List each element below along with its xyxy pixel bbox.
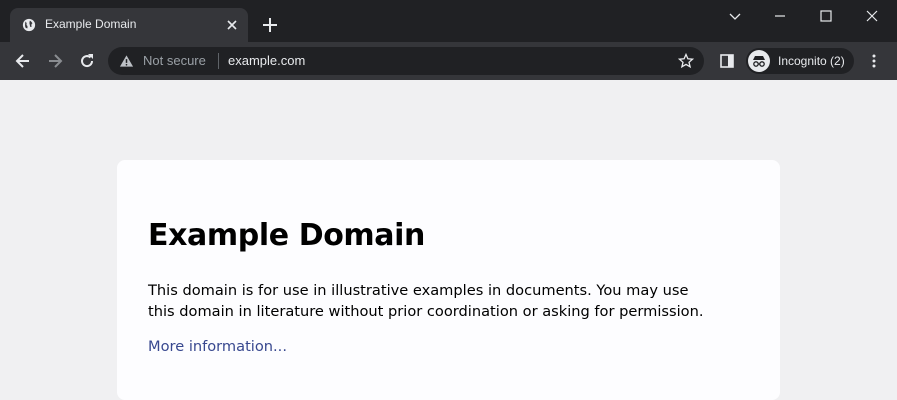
minimize-icon[interactable] bbox=[770, 6, 790, 26]
page-heading: Example Domain bbox=[148, 218, 425, 253]
warning-icon[interactable] bbox=[119, 54, 134, 68]
tab-search-icon[interactable] bbox=[725, 6, 745, 26]
incognito-profile-button[interactable]: Incognito (2) bbox=[746, 48, 854, 74]
reload-icon[interactable] bbox=[77, 51, 97, 71]
toolbar: Not secure example.com Incognito (2) bbox=[0, 42, 897, 80]
tab-title: Example Domain bbox=[45, 17, 137, 31]
bookmark-star-icon[interactable] bbox=[678, 53, 694, 69]
more-menu-icon[interactable] bbox=[866, 53, 882, 69]
tab-active[interactable]: Example Domain bbox=[10, 8, 248, 42]
forward-icon[interactable] bbox=[45, 51, 65, 71]
side-panel-icon[interactable] bbox=[719, 53, 735, 69]
incognito-icon bbox=[748, 50, 770, 72]
divider bbox=[218, 53, 219, 69]
close-window-icon[interactable] bbox=[862, 6, 882, 26]
incognito-label: Incognito (2) bbox=[778, 54, 845, 68]
url-text[interactable]: example.com bbox=[228, 53, 305, 68]
maximize-icon[interactable] bbox=[816, 6, 836, 26]
globe-icon bbox=[22, 18, 36, 32]
close-tab-icon[interactable] bbox=[224, 17, 240, 33]
browser-chrome: Example Domain Not secure example.com In… bbox=[0, 0, 897, 80]
address-bar[interactable]: Not secure example.com bbox=[108, 47, 704, 75]
content-card: Example Domain This domain is for use in… bbox=[117, 160, 780, 400]
new-tab-icon[interactable] bbox=[260, 15, 280, 35]
back-icon[interactable] bbox=[13, 51, 33, 71]
more-information-link[interactable]: More information... bbox=[148, 338, 287, 355]
page-paragraph: This domain is for use in illustrative e… bbox=[148, 282, 704, 320]
title-bar: Example Domain bbox=[0, 0, 897, 42]
security-status[interactable]: Not secure bbox=[143, 53, 206, 68]
